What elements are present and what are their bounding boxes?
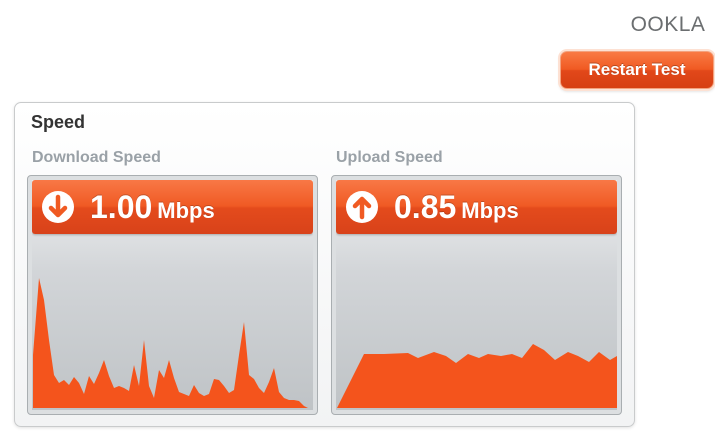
panel-title: Speed (31, 112, 86, 132)
download-speed-readout: 1.00 Mbps (90, 185, 215, 233)
upload-speed-unit: Mbps (461, 198, 519, 223)
ookla-logo: OOKLA (631, 13, 706, 36)
arrow-down-icon (42, 191, 74, 223)
download-speed-unit: Mbps (157, 198, 215, 223)
upload-gauge: 0.85 Mbps (331, 175, 622, 415)
download-speed-label: Download Speed (32, 149, 161, 166)
download-gauge-inner: 1.00 Mbps (32, 180, 313, 410)
download-graph-area (33, 278, 308, 408)
upload-speed-value: 0.85 (394, 189, 457, 225)
upload-speed-label: Upload Speed (336, 149, 443, 166)
arrow-up-icon (346, 191, 378, 223)
upload-gauge-inner: 0.85 Mbps (336, 180, 617, 410)
upload-graph-area (337, 344, 617, 408)
download-speed-value: 1.00 (90, 189, 153, 225)
restart-test-button[interactable]: Restart Test (560, 51, 714, 89)
speed-panel: Speed Download Speed 1.00 Mbps Upload Spe… (14, 102, 635, 427)
upload-speed-bar: 0.85 Mbps (336, 180, 617, 234)
upload-speed-readout: 0.85 Mbps (394, 185, 519, 233)
download-speed-bar: 1.00 Mbps (32, 180, 313, 234)
ookla-logo-text: OOKLA (631, 13, 706, 36)
download-gauge: 1.00 Mbps (27, 175, 318, 415)
